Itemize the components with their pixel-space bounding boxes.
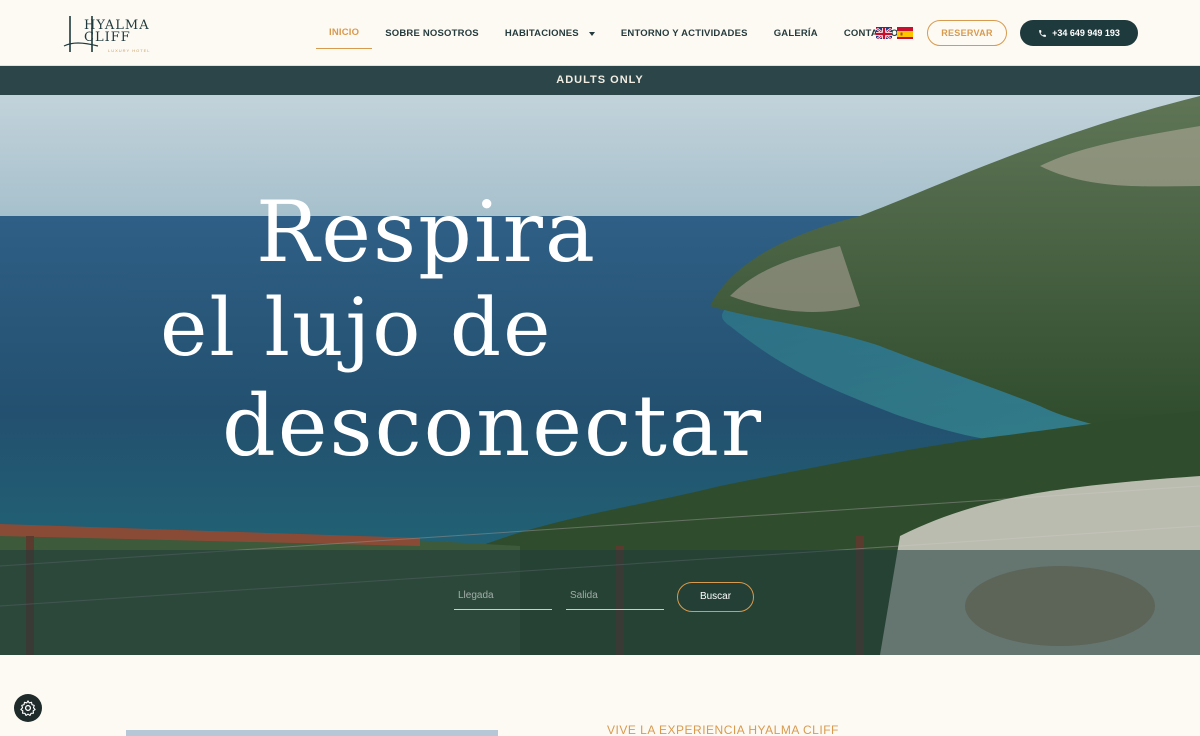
reservar-button[interactable]: RESERVAR: [927, 20, 1007, 46]
adults-only-banner: ADULTS ONLY: [0, 66, 1200, 95]
main-nav: INICIO SOBRE NOSOTROS HABITACIONES ENTOR…: [316, 18, 911, 49]
nav-item-sobre-nosotros[interactable]: SOBRE NOSOTROS: [372, 18, 492, 49]
spain-flag-icon[interactable]: [897, 27, 913, 39]
cookie-settings-icon: [20, 700, 36, 716]
hero-headline-line-2: el lujo de: [160, 281, 553, 374]
chevron-down-icon: [588, 31, 595, 36]
brand-logo[interactable]: HYALMA CLIFF LUXURY HOTEL: [62, 12, 172, 56]
hero-headline-line-3: desconectar: [222, 377, 764, 475]
nav-item-inicio[interactable]: INICIO: [316, 18, 373, 49]
departure-date-field[interactable]: Salida: [566, 582, 664, 610]
phone-button[interactable]: +34 649 949 193: [1020, 20, 1138, 46]
uk-flag-icon[interactable]: [876, 27, 892, 39]
hero-headline-line-1: Respira: [256, 183, 597, 281]
intro-image: [126, 730, 498, 736]
intro-section: [0, 655, 1200, 736]
cookie-settings-button[interactable]: [14, 694, 42, 722]
phone-icon: [1039, 29, 1046, 37]
arrival-date-field[interactable]: Llegada: [454, 582, 552, 610]
hero-section: ADULTS ONLY Respira el lujo de desconect…: [0, 66, 1200, 655]
nav-item-galeria[interactable]: GALERÍA: [761, 18, 831, 49]
brand-subtitle: LUXURY HOTEL: [108, 48, 151, 53]
search-button[interactable]: Buscar: [677, 582, 754, 612]
brand-name: HYALMA CLIFF: [84, 18, 150, 45]
phone-number: +34 649 949 193: [1052, 28, 1120, 38]
nav-item-habitaciones[interactable]: HABITACIONES: [492, 18, 608, 49]
intro-section-title: VIVE LA EXPERIENCIA HYALMA CLIFF: [607, 723, 839, 736]
nav-item-entorno-actividades[interactable]: ENTORNO Y ACTIVIDADES: [608, 18, 761, 49]
site-header: HYALMA CLIFF LUXURY HOTEL INICIO SOBRE N…: [0, 0, 1200, 66]
